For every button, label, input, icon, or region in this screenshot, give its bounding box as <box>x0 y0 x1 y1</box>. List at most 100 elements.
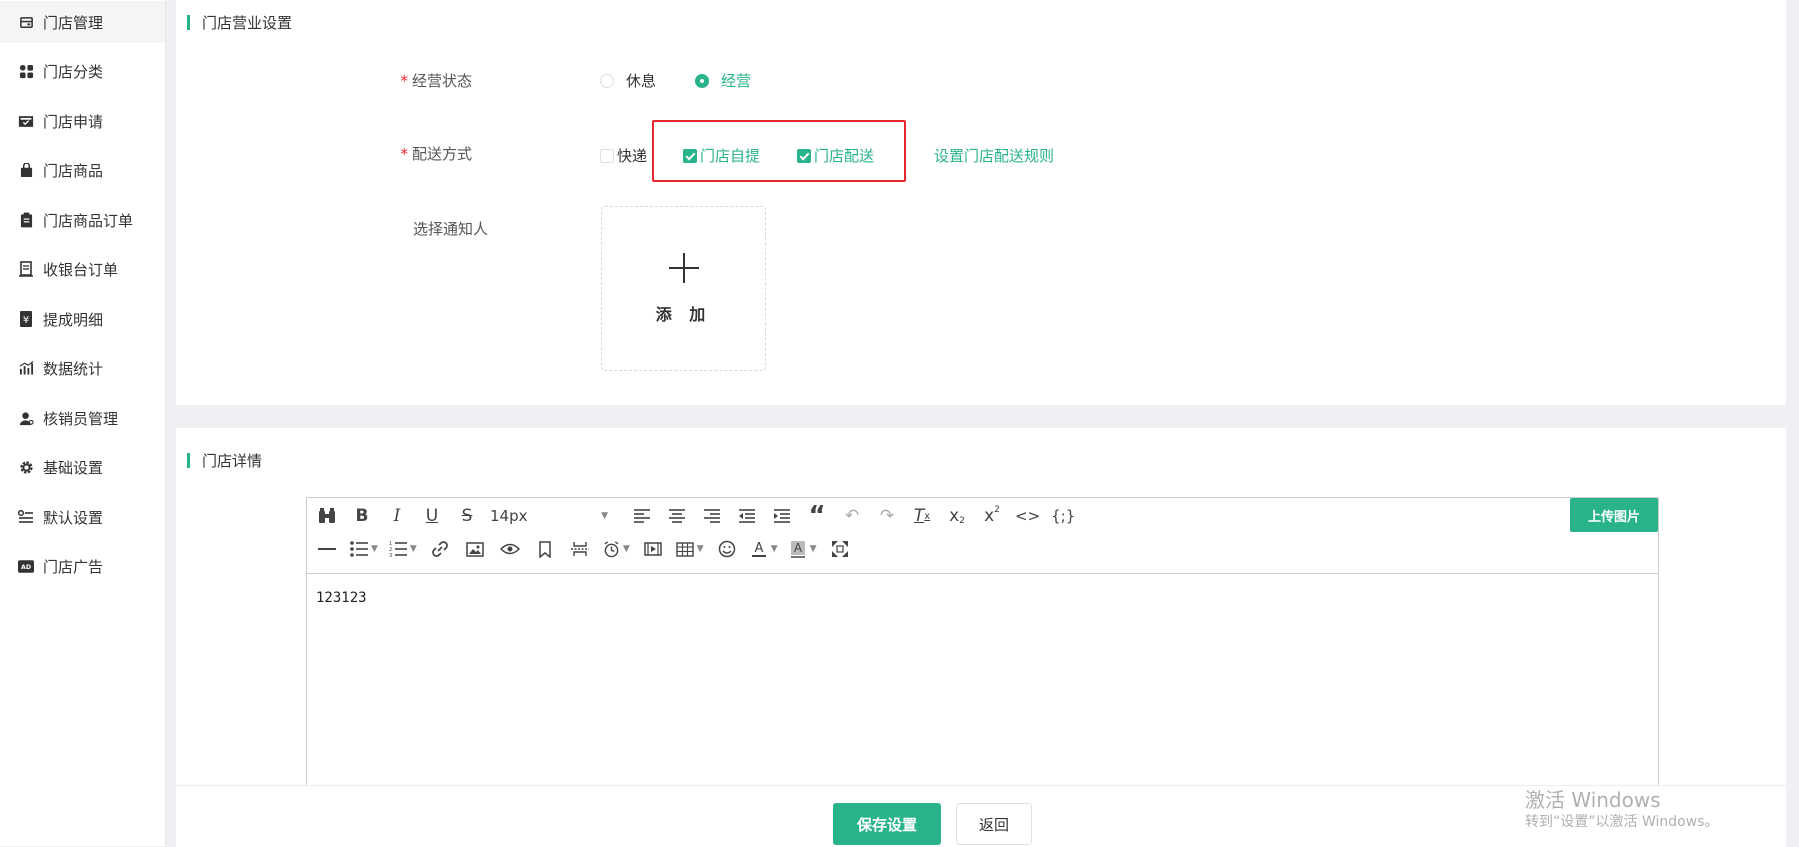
sidebar-item-verifier-manage[interactable]: 核销员管理 <box>0 397 165 439</box>
undo-icon[interactable]: ↶ <box>840 504 864 528</box>
sidebar-item-products[interactable]: 门店商品 <box>0 149 165 191</box>
code-block-icon[interactable]: {;} <box>1051 504 1075 528</box>
plus-icon <box>668 252 699 283</box>
svg-text:AD: AD <box>21 564 31 571</box>
radio-label: 休息 <box>626 72 657 90</box>
required-mark: * <box>400 145 408 163</box>
windows-activation-watermark-title: 激活 Windows <box>1525 788 1661 812</box>
numbered-list-icon[interactable]: 123 ▼ <box>389 537 417 561</box>
sidebar-item-application[interactable]: 门店申请 <box>0 100 165 142</box>
ad-icon: AD <box>18 558 34 574</box>
sidebar-item-commission[interactable]: ¥ 提成明细 <box>0 298 165 340</box>
blockquote-icon[interactable]: “ <box>805 501 829 531</box>
align-left-icon[interactable] <box>630 504 654 528</box>
sidebar-item-default-settings[interactable]: 默认设置 <box>0 496 165 538</box>
chevron-down-icon: ▼ <box>409 544 417 554</box>
sidebar-item-label: 门店广告 <box>43 557 104 576</box>
table-icon[interactable]: ▼ <box>676 537 704 561</box>
upload-image-button[interactable]: 上传图片 <box>1570 498 1658 532</box>
sidebar-item-statistics[interactable]: 数据统计 <box>0 347 165 389</box>
find-icon[interactable] <box>315 504 339 528</box>
add-notifier-button[interactable]: 添 加 <box>601 206 766 371</box>
back-button[interactable]: 返回 <box>956 803 1032 845</box>
delivery-checkbox-express[interactable]: 快递 <box>600 145 647 166</box>
yuan-commission-icon: ¥ <box>18 311 34 327</box>
toolbar-row-2: ▼ 123 ▼ ▼ ▼ A ▼ A ▼ <box>315 536 863 562</box>
sidebar-item-label: 基础设置 <box>43 458 104 477</box>
svg-text:A: A <box>754 541 763 556</box>
code-icon[interactable]: <> <box>1015 504 1040 528</box>
toolbar-row-1: B I U S 14px ▼ “ ↶ ↷ T x x 2 x 2 <> {;} <box>315 501 1086 531</box>
media-video-icon[interactable] <box>641 537 665 561</box>
redo-icon[interactable]: ↷ <box>875 504 899 528</box>
indent-icon[interactable] <box>770 504 794 528</box>
chevron-down-icon: ▼ <box>809 544 817 554</box>
sidebar-item-basic-settings[interactable]: 基础设置 <box>0 446 165 488</box>
alarm-clock-icon[interactable]: ▼ <box>603 537 630 561</box>
bullet-list-icon[interactable]: ▼ <box>350 537 378 561</box>
radio-circle <box>600 73 614 88</box>
clipboard-order-icon <box>18 212 34 228</box>
sidebar-item-label: 门店分类 <box>43 62 104 81</box>
subscript-icon[interactable]: x2 <box>945 504 969 528</box>
section-accent-bar <box>187 453 190 468</box>
section-title: 门店详情 <box>187 450 262 471</box>
sidebar-item-label: 收银台订单 <box>43 260 119 279</box>
page-break-icon[interactable] <box>568 537 592 561</box>
receipt-icon <box>18 261 34 277</box>
sidebar-item-ads[interactable]: AD 门店广告 <box>0 545 165 587</box>
status-radio-rest[interactable]: 休息 <box>600 70 656 91</box>
font-size-value: 14px <box>490 507 528 525</box>
italic-icon[interactable]: I <box>385 504 409 528</box>
sidebar-item-label: 提成明细 <box>43 310 104 329</box>
chevron-down-icon: ▼ <box>696 544 704 554</box>
underline-icon[interactable]: U <box>420 504 444 528</box>
editor-toolbar: B I U S 14px ▼ “ ↶ ↷ T x x 2 x 2 <> {;} … <box>307 498 1658 574</box>
windows-activation-watermark-subtitle: 转到“设置”以激活 Windows。 <box>1525 814 1719 830</box>
sidebar-item-label: 数据统计 <box>43 359 104 378</box>
superscript-icon[interactable]: x2 <box>980 504 1004 528</box>
chevron-down-icon: ▼ <box>770 544 778 554</box>
status-label-text: 经营状态 <box>411 72 472 90</box>
clear-format-icon[interactable]: Tx <box>910 504 934 528</box>
font-color-icon[interactable]: A ▼ <box>750 537 778 561</box>
outdent-icon[interactable] <box>735 504 759 528</box>
delivery-rule-link[interactable]: 设置门店配送规则 <box>934 145 1054 166</box>
sidebar-item-product-orders[interactable]: 门店商品订单 <box>0 199 165 241</box>
section-title-text: 门店营业设置 <box>202 14 293 32</box>
image-icon[interactable] <box>463 537 487 561</box>
required-mark: * <box>400 72 408 90</box>
delivery-label-text: 配送方式 <box>411 145 472 163</box>
section-title: 门店营业设置 <box>187 12 292 33</box>
editor-content[interactable]: 123123 <box>316 590 367 606</box>
align-right-icon[interactable] <box>700 504 724 528</box>
sidebar-item-store-manage[interactable]: 门店管理 <box>0 1 165 43</box>
sidebar-item-label: 门店商品订单 <box>43 211 134 230</box>
bar-chart-icon <box>18 360 34 376</box>
sidebar-item-cashier-orders[interactable]: 收银台订单 <box>0 248 165 290</box>
sidebar: 门店管理 门店分类 门店申请 门店商品 门店商品订单 收银台订单 ¥ 提成明细 <box>0 0 166 846</box>
link-icon[interactable] <box>428 537 452 561</box>
status-radio-operating[interactable]: 经营 <box>695 70 751 91</box>
strikethrough-icon[interactable]: S <box>455 504 479 528</box>
background-color-icon[interactable]: A ▼ <box>789 537 817 561</box>
preview-eye-icon[interactable] <box>498 537 522 561</box>
sidebar-item-label: 门店商品 <box>43 161 104 180</box>
save-settings-button[interactable]: 保存设置 <box>833 803 941 845</box>
bold-icon[interactable]: B <box>350 504 374 528</box>
checkbox-label: 快递 <box>617 147 648 165</box>
store-manage-icon <box>18 14 34 30</box>
emoji-icon[interactable] <box>715 537 739 561</box>
gear-icon <box>18 459 34 475</box>
fullscreen-icon[interactable] <box>828 537 852 561</box>
horizontal-rule-icon[interactable] <box>315 537 339 561</box>
business-settings-card: 门店营业设置 * 经营状态 休息 经营 * 配送方式 快递 门店自提 门店配送 设置… <box>176 0 1786 405</box>
shopping-bag-icon <box>18 162 34 178</box>
delivery-label: * 配送方式 <box>352 143 472 164</box>
sidebar-item-label: 核销员管理 <box>43 409 119 428</box>
bookmark-icon[interactable] <box>533 537 557 561</box>
sidebar-item-category[interactable]: 门店分类 <box>0 50 165 92</box>
align-center-icon[interactable] <box>665 504 689 528</box>
font-size-select[interactable]: 14px ▼ <box>490 504 608 528</box>
svg-text:3: 3 <box>389 553 392 557</box>
